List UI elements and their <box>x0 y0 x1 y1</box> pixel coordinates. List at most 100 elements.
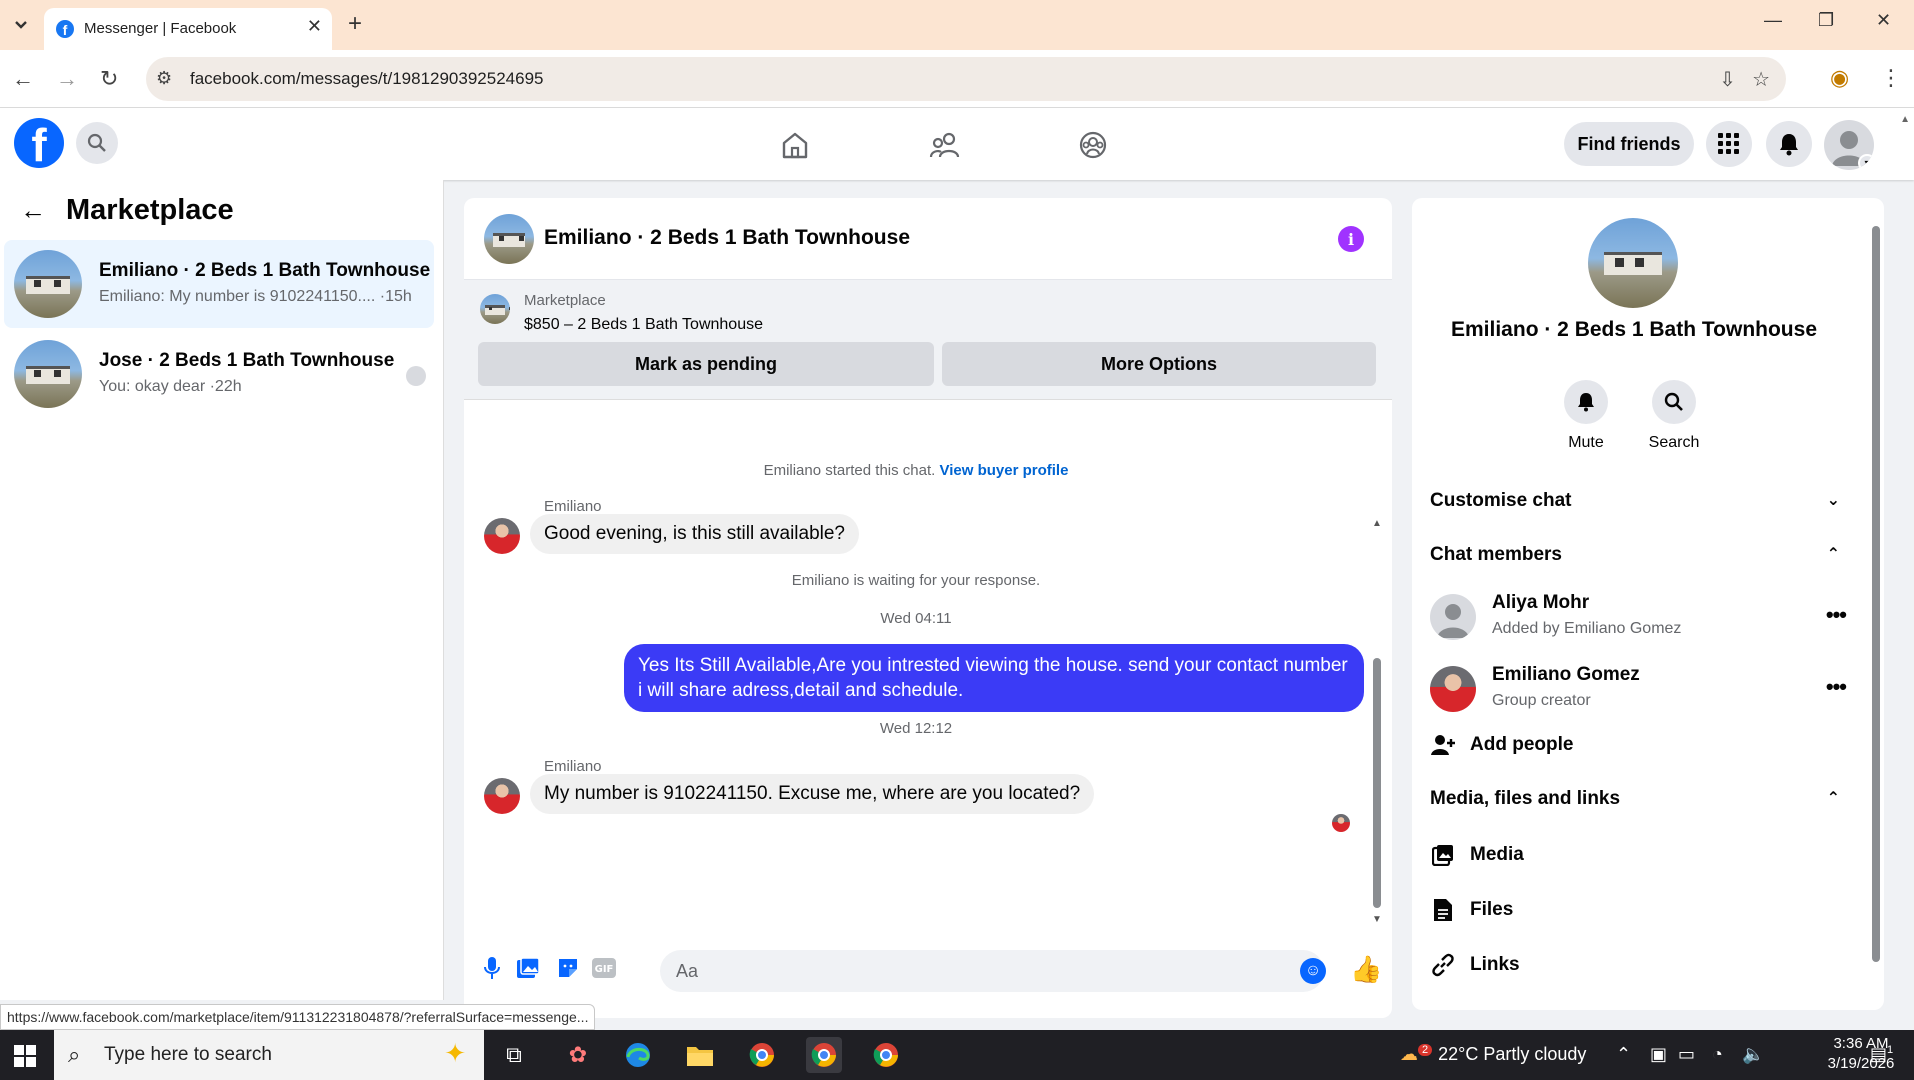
links-item[interactable]: Links <box>1430 952 1730 982</box>
app-pinned-icon[interactable]: ✿ <box>560 1037 596 1073</box>
chevron-down-icon[interactable]: ⌄ <box>1827 490 1840 510</box>
close-tab-icon[interactable]: ✕ <box>307 16 322 37</box>
bookmark-star-icon[interactable]: ☆ <box>1752 67 1770 92</box>
sticker-icon[interactable] <box>554 954 582 982</box>
listing-thumbnail[interactable] <box>480 294 510 324</box>
more-options-button[interactable]: More Options <box>942 342 1376 386</box>
reload-icon[interactable]: ↻ <box>100 66 118 92</box>
conversation-item-emiliano[interactable]: Emiliano · 2 Beds 1 Bath Townhouse Emili… <box>4 240 434 328</box>
chat-title[interactable]: Emiliano · 2 Beds 1 Bath Townhouse <box>544 226 910 250</box>
chevron-up-icon[interactable]: ⌃ <box>1827 544 1840 564</box>
chat-avatar[interactable] <box>484 214 534 264</box>
scroll-up-arrow-icon[interactable]: ▲ <box>1372 518 1382 529</box>
add-people-item[interactable]: Add people <box>1430 732 1730 762</box>
scrollbar-thumb[interactable] <box>1872 226 1880 962</box>
back-icon[interactable]: ← <box>12 66 34 92</box>
wifi-icon[interactable]: ◔ <box>1712 1044 1723 1065</box>
browser-tab-bar: f Messenger | Facebook ✕ + — ❐ ✕ <box>0 0 1914 50</box>
home-icon[interactable] <box>778 128 812 162</box>
add-person-icon <box>1430 732 1456 758</box>
find-friends-button[interactable]: Find friends <box>1564 122 1694 166</box>
view-buyer-profile-link[interactable]: View buyer profile <box>939 462 1068 479</box>
restore-icon[interactable]: ❐ <box>1818 10 1834 31</box>
file-explorer-icon[interactable] <box>682 1037 718 1073</box>
search-action[interactable]: Search <box>1634 380 1714 452</box>
browser-tab[interactable]: f Messenger | Facebook ✕ <box>44 8 332 50</box>
scrollbar-thumb[interactable] <box>1373 658 1381 908</box>
gif-icon[interactable]: GIF <box>590 954 618 982</box>
microphone-icon[interactable] <box>478 954 506 982</box>
show-hidden-icons-icon[interactable]: ⌃ <box>1616 1044 1631 1065</box>
sender-avatar[interactable] <box>484 518 520 554</box>
more-options-icon[interactable]: ••• <box>1826 674 1847 700</box>
forward-icon[interactable]: → <box>56 66 78 92</box>
info-icon[interactable]: i <box>1338 226 1364 252</box>
chrome-icon[interactable] <box>744 1037 780 1073</box>
minimize-icon[interactable]: — <box>1764 10 1782 31</box>
outgoing-message[interactable]: Yes Its Still Available,Are you intreste… <box>624 644 1364 712</box>
task-view-icon[interactable]: ⧉ <box>496 1037 532 1073</box>
omnibox[interactable]: ⚙ facebook.com/messages/t/19812903925246… <box>146 57 1786 101</box>
mark-as-pending-button[interactable]: Mark as pending <box>478 342 934 386</box>
search-icon[interactable] <box>1652 380 1696 424</box>
taskbar-search-box[interactable]: ⌕ Type here to search ✦ <box>54 1030 484 1080</box>
details-scrollbar[interactable] <box>1872 214 1880 1004</box>
page-scroll-up-icon[interactable]: ▲ <box>1900 114 1910 125</box>
photo-icon[interactable] <box>514 954 542 982</box>
tab-search-button[interactable] <box>8 12 34 38</box>
profile-icon[interactable]: ◉ <box>1830 65 1849 91</box>
emoji-icon[interactable]: ☺ <box>1300 958 1326 984</box>
customise-chat-section[interactable]: Customise chat ⌄ <box>1430 490 1840 512</box>
edge-browser-icon[interactable] <box>620 1037 656 1073</box>
mute-action[interactable]: Mute <box>1546 380 1626 452</box>
incoming-message[interactable]: My number is 9102241150. Excuse me, wher… <box>530 774 1095 814</box>
member-avatar <box>1430 666 1476 712</box>
conversation-name: Emiliano · 2 Beds 1 Bath Townhouse <box>1451 318 1817 341</box>
message-input[interactable] <box>660 950 1324 992</box>
site-settings-icon[interactable]: ⚙ <box>156 68 172 89</box>
incoming-message[interactable]: Good evening, is this still available? <box>530 514 860 554</box>
conversation-avatar[interactable] <box>1588 218 1678 308</box>
account-avatar[interactable]: ▾ <box>1824 120 1874 170</box>
menu-grid-icon[interactable] <box>1706 121 1752 167</box>
member-item[interactable]: Emiliano Gomez Group creator ••• <box>1430 662 1850 718</box>
chat-scrollbar[interactable]: ▲ ▼ <box>1372 518 1382 925</box>
close-window-icon[interactable]: ✕ <box>1876 10 1891 31</box>
thumbs-up-like-icon[interactable]: 👍 <box>1350 954 1382 985</box>
bell-icon[interactable] <box>1564 380 1608 424</box>
chrome-profile-icon[interactable] <box>868 1037 904 1073</box>
meet-now-icon[interactable]: ▣ <box>1650 1044 1667 1065</box>
menu-icon[interactable]: ⋮ <box>1880 65 1902 91</box>
member-item[interactable]: Aliya Mohr Added by Emiliano Gomez ••• <box>1430 590 1850 646</box>
files-item[interactable]: Files <box>1430 897 1730 927</box>
groups-icon[interactable] <box>1076 128 1110 162</box>
weather-widget[interactable]: ☁ 2 22°C Partly cloudy <box>1400 1044 1586 1065</box>
chrome-profile-icon[interactable] <box>806 1037 842 1073</box>
copilot-sparkle-icon[interactable]: ✦ <box>444 1038 466 1069</box>
scroll-down-arrow-icon[interactable]: ▼ <box>1372 914 1382 925</box>
sender-avatar[interactable] <box>484 778 520 814</box>
media-files-links-section[interactable]: Media, files and links ⌃ <box>1430 788 1840 810</box>
more-options-icon[interactable]: ••• <box>1826 602 1847 628</box>
listing-price-title[interactable]: $850 – 2 Beds 1 Bath Townhouse <box>524 316 763 334</box>
search-icon[interactable] <box>76 122 118 164</box>
windows-start-icon[interactable] <box>14 1045 36 1067</box>
new-tab-button[interactable]: + <box>348 10 362 38</box>
install-app-icon[interactable]: ⇩ <box>1719 67 1736 92</box>
account-chevron-down-icon[interactable]: ▾ <box>1858 154 1874 170</box>
volume-icon[interactable]: 🔈 <box>1742 1044 1764 1065</box>
notifications-bell-icon[interactable] <box>1766 121 1812 167</box>
conversation-item-jose[interactable]: Jose · 2 Beds 1 Bath Townhouse You: okay… <box>4 330 434 418</box>
friends-icon[interactable] <box>928 128 962 162</box>
media-item[interactable]: Media <box>1430 842 1730 872</box>
facebook-logo-icon[interactable]: f <box>14 118 64 168</box>
svg-text:GIF: GIF <box>595 964 614 975</box>
url-text[interactable]: facebook.com/messages/t/1981290392524695 <box>190 69 543 89</box>
chat-started-notice: Emiliano started this chat. View buyer p… <box>763 462 1069 479</box>
chat-members-section[interactable]: Chat members ⌃ <box>1430 544 1840 566</box>
notification-center-icon[interactable]: ▤1 <box>1870 1044 1893 1065</box>
back-arrow-icon[interactable]: ← <box>20 195 46 226</box>
chevron-up-icon[interactable]: ⌃ <box>1827 788 1840 808</box>
battery-icon[interactable]: ▭ <box>1678 1044 1695 1065</box>
weather-badge: 2 <box>1418 1044 1433 1056</box>
